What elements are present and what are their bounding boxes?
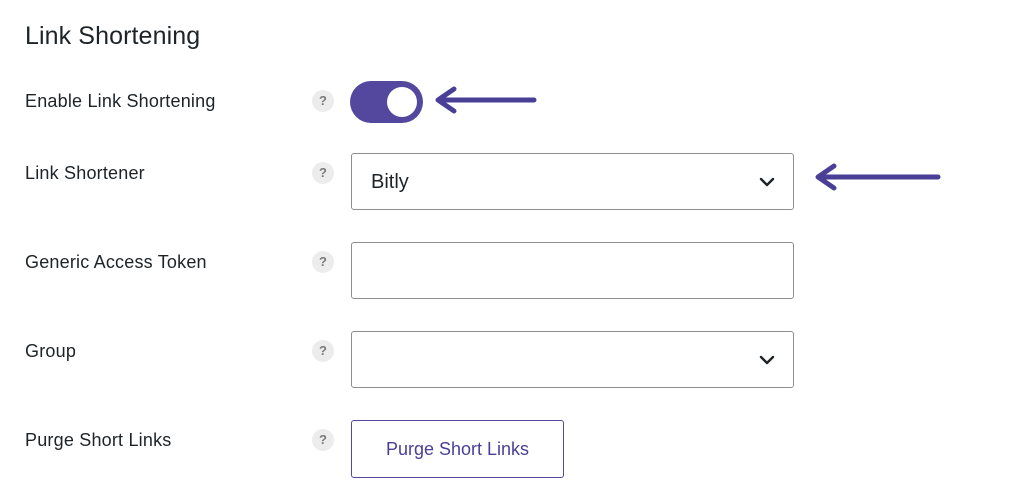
help-icon[interactable]: ?: [312, 429, 334, 451]
link-shortener-selected-value: Bitly: [371, 171, 409, 193]
help-icon[interactable]: ?: [312, 251, 334, 273]
section-title: Link Shortening: [25, 22, 201, 50]
enable-link-shortening-toggle[interactable]: [350, 81, 423, 123]
help-icon[interactable]: ?: [312, 162, 334, 184]
link-shortener-label: Link Shortener: [25, 163, 145, 183]
generic-access-token-input[interactable]: [351, 242, 794, 299]
help-icon[interactable]: ?: [312, 340, 334, 362]
purge-short-links-label: Purge Short Links: [25, 430, 172, 450]
generic-access-token-label: Generic Access Token: [25, 252, 207, 272]
link-shortener-select[interactable]: Bitly: [351, 153, 794, 210]
enable-link-shortening-label: Enable Link Shortening: [25, 91, 216, 111]
group-select[interactable]: [351, 331, 794, 388]
chevron-down-icon: [759, 177, 775, 187]
purge-short-links-button[interactable]: Purge Short Links: [351, 420, 564, 478]
arrow-left-icon: [435, 86, 537, 114]
group-label: Group: [25, 341, 77, 361]
toggle-knob: [387, 87, 417, 117]
help-icon[interactable]: ?: [312, 90, 334, 112]
arrow-left-icon: [815, 163, 941, 191]
chevron-down-icon: [759, 355, 775, 365]
